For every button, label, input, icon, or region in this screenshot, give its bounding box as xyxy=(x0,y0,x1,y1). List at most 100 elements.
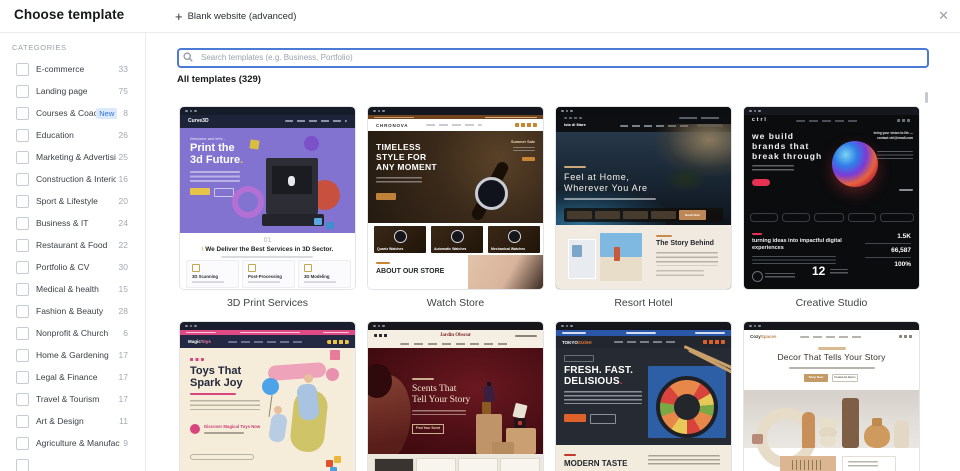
checkbox[interactable] xyxy=(16,414,29,428)
template-thumbnail[interactable]: CHRONOVA TIMELESS STYLE FOR ANY MOMENT S… xyxy=(367,106,544,290)
window-dot-icon xyxy=(382,324,385,328)
window-dot-icon xyxy=(377,109,380,113)
cube-shape xyxy=(249,139,260,150)
heading-line: Print the xyxy=(190,142,235,154)
checkbox[interactable] xyxy=(16,436,29,450)
thumb-section: MODERN TASTE xyxy=(556,445,731,471)
decor-paragraph xyxy=(190,171,240,182)
checkbox[interactable] xyxy=(16,326,29,340)
heading-accent: . xyxy=(619,376,623,387)
checkbox[interactable] xyxy=(16,348,29,362)
window-dot-icon xyxy=(570,324,573,328)
decor-bar xyxy=(830,269,848,275)
sidebar-item-partial[interactable] xyxy=(0,454,145,471)
sidebar-item-portfolio-cv[interactable]: Portfolio & CV 30 xyxy=(0,256,145,278)
checkbox[interactable] xyxy=(16,106,29,120)
search-input[interactable] xyxy=(177,47,929,68)
sidebar-item-business-it[interactable]: Business & IT 24 xyxy=(0,212,145,234)
template-card-3d-print-services[interactable]: Curve3D Welcome and let's... Print the 3… xyxy=(179,106,356,309)
checkbox[interactable] xyxy=(16,194,29,208)
category-tile: Quartz Watches xyxy=(374,226,426,253)
checkbox[interactable] xyxy=(16,392,29,406)
beach-image xyxy=(600,257,642,281)
sidebar-item-education[interactable]: Education 26 xyxy=(0,124,145,146)
template-thumbnail[interactable]: TOKYOSUSHI FRESH. FAST. DELISIOUS. MODER… xyxy=(555,321,732,471)
watch-icon xyxy=(451,230,464,243)
blank-website-button[interactable]: + Blank website (advanced) xyxy=(175,0,296,32)
category-count: 28 xyxy=(118,306,128,316)
template-card-decor[interactable]: CozySpaces Decor That Tells Your Story S… xyxy=(743,321,920,471)
template-card-perfume[interactable]: Jardin Obscur Scents That Tell Your Stor… xyxy=(367,321,544,471)
thumb-navbar: TOKYOSUSHI xyxy=(556,336,731,348)
sidebar-item-home-gardening[interactable]: Home & Gardening 17 xyxy=(0,344,145,366)
heading-line: 3d Future xyxy=(190,153,241,166)
template-thumbnail[interactable]: MagicToys Toys That Spark Joy Discover M… xyxy=(179,321,356,471)
sidebar-item-restaurant-food[interactable]: Restaurant & Food 22 xyxy=(0,234,145,256)
sidebar-item-fashion-beauty[interactable]: Fashion & Beauty 28 xyxy=(0,300,145,322)
thumb-hero: Scents That Tell Your Story Find Your Sc… xyxy=(368,348,543,471)
template-card-sushi[interactable]: TOKYOSUSHI FRESH. FAST. DELISIOUS. MODER… xyxy=(555,321,732,471)
checkbox[interactable] xyxy=(16,260,29,274)
sidebar-item-nonprofit-church[interactable]: Nonprofit & Church 6 xyxy=(0,322,145,344)
heading-line: STYLE FOR xyxy=(376,151,427,162)
checkbox[interactable] xyxy=(16,62,29,76)
checkbox[interactable] xyxy=(16,458,29,471)
close-icon[interactable]: ✕ xyxy=(938,0,949,32)
decor-bar xyxy=(304,281,336,283)
tile-label: Automatic Watches xyxy=(434,247,467,251)
plate-center xyxy=(674,394,700,420)
checkbox[interactable] xyxy=(16,238,29,252)
thumb-hero: TIMELESS STYLE FOR ANY MOMENT Summer Sal… xyxy=(368,131,543,223)
template-card-toys[interactable]: MagicToys Toys That Spark Joy Discover M… xyxy=(179,321,356,471)
sidebar-item-landing-page[interactable]: Landing page 75 xyxy=(0,80,145,102)
section-heading: The Story Behind xyxy=(656,240,714,247)
template-thumbnail[interactable]: ctrl we build brands that break through … xyxy=(743,106,920,290)
checkbox[interactable] xyxy=(16,172,29,186)
decor-button xyxy=(376,193,396,200)
sidebar-item-sport-lifestyle[interactable]: Sport & Lifestyle 20 xyxy=(0,190,145,212)
tag-pill xyxy=(750,213,778,222)
scrollbar-thumb[interactable] xyxy=(925,92,928,103)
toy-block xyxy=(334,456,341,463)
browser-chrome xyxy=(556,107,731,115)
heading-line: we build xyxy=(752,131,794,141)
template-card-creative-studio[interactable]: ctrl we build brands that break through … xyxy=(743,106,920,309)
decor-button xyxy=(752,179,770,186)
tile-label: Mechanical Watches xyxy=(491,247,526,251)
tag-pill xyxy=(782,213,810,222)
sidebar-item-marketing-advertising[interactable]: Marketing & Advertising25 xyxy=(0,146,145,168)
thumb-navbar: CHRONOVA xyxy=(368,119,543,131)
template-thumbnail[interactable]: Jardin Obscur Scents That Tell Your Stor… xyxy=(367,321,544,471)
decor-menu xyxy=(400,343,511,345)
checkbox[interactable] xyxy=(16,216,29,230)
sidebar-item-art-design[interactable]: Art & Design 11 xyxy=(0,410,145,432)
sidebar-item-travel-tourism[interactable]: Travel & Tourism 17 xyxy=(0,388,145,410)
checkbox[interactable] xyxy=(16,370,29,384)
sidebar-item-construction-interior[interactable]: Construction & Interior 16 xyxy=(0,168,145,190)
checkbox[interactable] xyxy=(16,304,29,318)
social-icons xyxy=(564,117,584,119)
checkbox[interactable] xyxy=(16,282,29,296)
sidebar-item-agriculture-manufacturing[interactable]: Agriculture & Manufacturing9 xyxy=(0,432,145,454)
decor-bar xyxy=(564,198,656,200)
template-thumbnail[interactable]: Isla di Mare Feel at Home, Wherever You … xyxy=(555,106,732,290)
template-card-resort-hotel[interactable]: Isla di Mare Feel at Home, Wherever You … xyxy=(555,106,732,309)
browser-chrome xyxy=(556,322,731,330)
checkbox[interactable] xyxy=(16,84,29,98)
template-thumbnail[interactable]: Curve3D Welcome and let's... Print the 3… xyxy=(179,106,356,290)
sidebar-item-e-commerce[interactable]: E-commerce 33 xyxy=(0,58,145,80)
category-count: 20 xyxy=(118,196,128,206)
decor-bar xyxy=(695,332,725,334)
sidebar-item-medical-health[interactable]: Medical & health 15 xyxy=(0,278,145,300)
sidebar-item-courses-coaching[interactable]: Courses & CoachingNew 8 xyxy=(0,102,145,124)
checkbox[interactable] xyxy=(16,150,29,164)
browser-chrome xyxy=(180,107,355,115)
sidebar-item-legal-finance[interactable]: Legal & Finance 17 xyxy=(0,366,145,388)
blank-website-label: Blank website (advanced) xyxy=(187,10,297,22)
template-thumbnail[interactable]: CozySpaces Decor That Tells Your Story S… xyxy=(743,321,920,471)
section-heading: ABOUT OUR STORE xyxy=(376,268,445,275)
checkbox[interactable] xyxy=(16,128,29,142)
template-card-watch-store[interactable]: CHRONOVA TIMELESS STYLE FOR ANY MOMENT S… xyxy=(367,106,544,309)
window-dot-icon xyxy=(753,109,756,113)
logo-mark xyxy=(752,271,763,282)
